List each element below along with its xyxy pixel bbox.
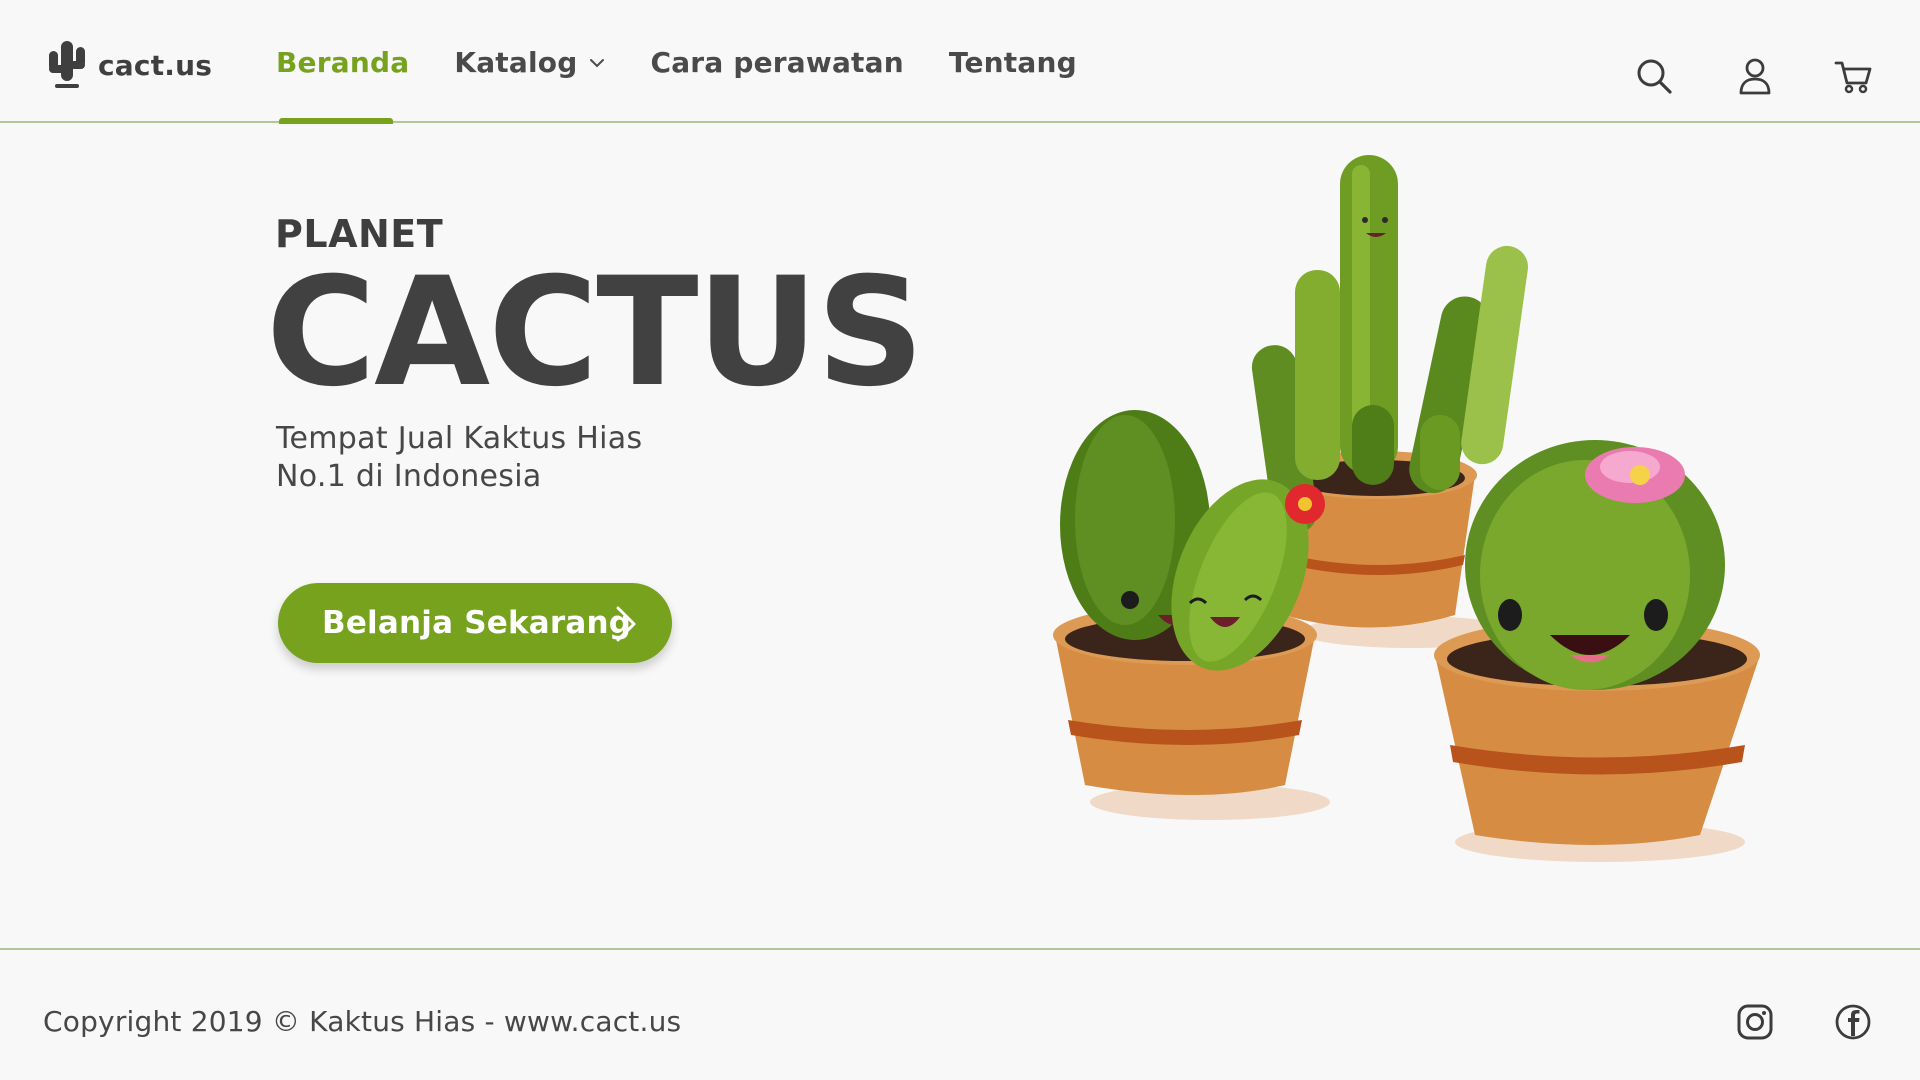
brand-logo[interactable]: cact.us xyxy=(46,38,212,92)
main-nav: Beranda Katalog Cara perawatan Tentang xyxy=(276,46,1122,79)
active-nav-indicator xyxy=(279,118,393,124)
hero-subtitle-line-1: Tempat Jual Kaktus Hias xyxy=(276,421,643,456)
site-header: cact.us Beranda Katalog Cara perawatan T… xyxy=(0,0,1920,124)
nav-item-label: Beranda xyxy=(276,46,410,79)
footer-divider xyxy=(0,948,1920,950)
hero-title: CACTUS xyxy=(266,246,924,420)
nav-item-tentang[interactable]: Tentang xyxy=(949,46,1077,79)
facebook-icon[interactable] xyxy=(1834,1003,1872,1041)
brand-name: cact.us xyxy=(98,48,213,82)
nav-item-katalog[interactable]: Katalog xyxy=(454,46,605,79)
cart-icon[interactable] xyxy=(1833,56,1873,96)
shop-now-button[interactable]: Belanja Sekarang xyxy=(278,583,672,663)
nav-item-beranda[interactable]: Beranda xyxy=(276,46,409,79)
hero-subtitle-line-2: No.1 di Indonesia xyxy=(276,459,542,494)
potted-cactus-illustration xyxy=(1053,155,1760,862)
hero-subtitle: Tempat Jual Kaktus Hias No.1 di Indonesi… xyxy=(276,420,642,496)
instagram-icon[interactable] xyxy=(1736,1003,1774,1041)
nav-item-label: Katalog xyxy=(454,46,578,79)
shop-now-label: Belanja Sekarang xyxy=(322,605,632,641)
user-icon[interactable] xyxy=(1735,56,1775,96)
chevron-down-icon xyxy=(590,58,605,67)
cactus-logo-icon xyxy=(49,41,85,88)
nav-item-label: Tentang xyxy=(948,46,1077,79)
copyright-text: Copyright 2019 © Kaktus Hias - www.cact.… xyxy=(43,1005,682,1038)
chevron-right-icon xyxy=(616,606,636,642)
nav-item-cara-perawatan[interactable]: Cara perawatan xyxy=(650,46,903,79)
nav-item-label: Cara perawatan xyxy=(650,46,904,79)
search-icon[interactable] xyxy=(1634,56,1674,96)
